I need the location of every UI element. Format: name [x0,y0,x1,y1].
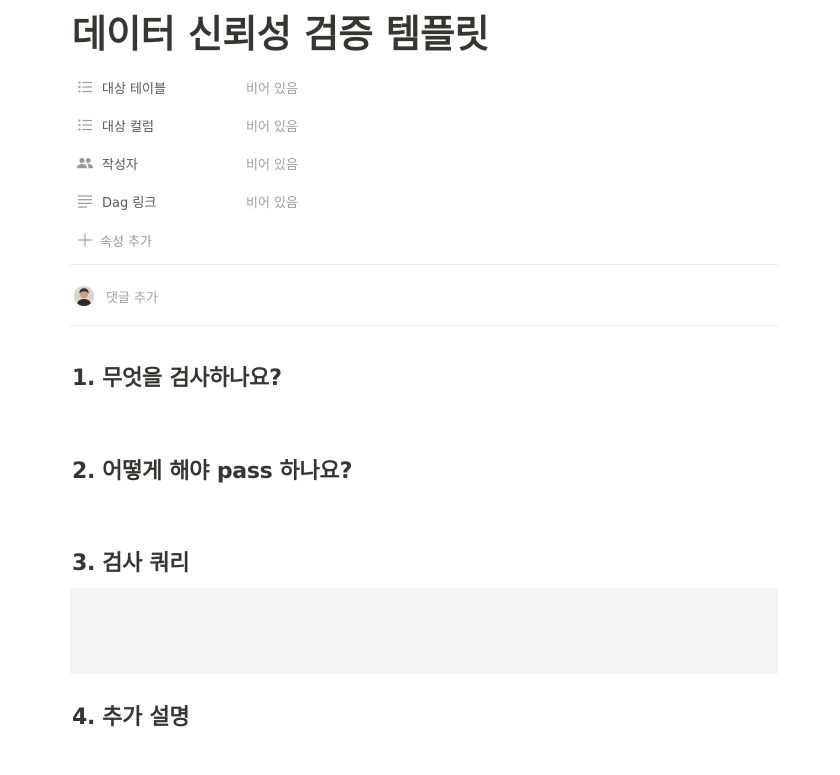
code-block[interactable] [70,588,778,674]
property-row-target-column[interactable]: 대상 컬럼 비어 있음 [70,106,778,144]
plus-icon [76,231,94,249]
section-heading[interactable]: 3. 검사 쿼리 [72,549,190,579]
list-icon [76,78,94,96]
property-row-dag-link[interactable]: Dag 링크 비어 있음 [70,182,778,220]
property-value-empty[interactable]: 비어 있음 [246,154,298,173]
section-heading[interactable]: 1. 무엇을 검사하나요? [72,364,282,394]
property-label: 대상 컬럼 [102,119,154,135]
property-value-empty[interactable]: 비어 있음 [246,116,298,135]
property-value-empty[interactable]: 비어 있음 [246,192,298,211]
section-heading[interactable]: 2. 어떻게 해야 pass 하나요? [72,457,352,487]
avatar [74,286,94,306]
property-key[interactable]: Dag 링크 [70,186,246,216]
comment-row[interactable]: 댓글 추가 [70,282,778,310]
property-row-author[interactable]: 작성자 비어 있음 [70,144,778,182]
divider [70,264,778,265]
property-value-empty[interactable]: 비어 있음 [246,78,298,97]
section-heading[interactable]: 4. 추가 설명 [72,703,190,733]
property-key[interactable]: 대상 컬럼 [70,110,246,140]
list-icon [76,116,94,134]
property-row-target-table[interactable]: 대상 테이블 비어 있음 [70,68,778,106]
properties-panel: 대상 테이블 비어 있음 대상 컬럼 비어 있음 작성자 비어 있음 Dag 링… [70,68,778,260]
text-lines-icon [76,192,94,210]
property-label: 작성자 [102,157,138,173]
people-icon [76,154,94,172]
property-label: Dag 링크 [102,195,157,211]
add-property-label: 속성 추가 [100,234,152,250]
property-key[interactable]: 대상 테이블 [70,72,246,102]
divider [70,325,778,326]
property-label: 대상 테이블 [102,81,166,97]
property-key[interactable]: 작성자 [70,148,246,178]
page-title[interactable]: 데이터 신뢰성 검증 템플릿 [72,6,490,62]
add-property-button[interactable]: 속성 추가 [70,220,778,260]
comment-input[interactable]: 댓글 추가 [106,287,158,306]
